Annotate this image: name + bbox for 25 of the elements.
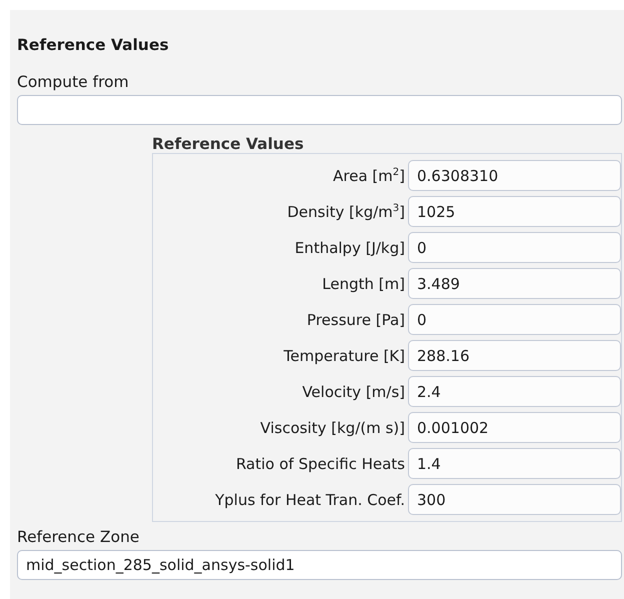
field-label: Temperature [K] (282, 346, 406, 364)
field-label: Density [kg/m$^{3}$] (286, 202, 406, 220)
input-field[interactable]: 288.16 (408, 340, 621, 371)
input-field[interactable]: 0 (408, 304, 621, 335)
section-heading: Reference Values (17, 36, 170, 54)
field-label: Ratio of Specific Heats (234, 454, 406, 472)
input-field[interactable]: 0 (408, 232, 621, 263)
input-field[interactable]: 1.4 (408, 448, 621, 479)
field-label: Enthalpy [J/kg] (294, 238, 406, 256)
field-label: Area [m$^{2}$] (332, 166, 406, 184)
input-field[interactable]: 1025 (408, 196, 621, 227)
field-label: Viscosity [kg/(m s)] (259, 418, 406, 436)
field-label: Compute from (17, 73, 130, 91)
input-field[interactable]: 0.001002 (408, 412, 621, 443)
field-label: Velocity [m/s] (301, 382, 406, 400)
input-field[interactable]: 3.489 (408, 268, 621, 299)
group-title: Reference Values (152, 135, 305, 153)
field-label: Reference Zone (17, 528, 140, 546)
field-label: Pressure [Pa] (306, 310, 406, 328)
field-label: Length [m] (321, 274, 406, 292)
input-field[interactable]: 0.6308310 (408, 160, 621, 191)
input-field[interactable]: 2.4 (408, 376, 621, 407)
dropdown-field[interactable]: mid_section_285_solid_ansys-solid1 (17, 550, 622, 580)
field-label: Yplus for Heat Tran. Coef. (214, 490, 406, 508)
input-field[interactable]: 300 (408, 484, 621, 515)
